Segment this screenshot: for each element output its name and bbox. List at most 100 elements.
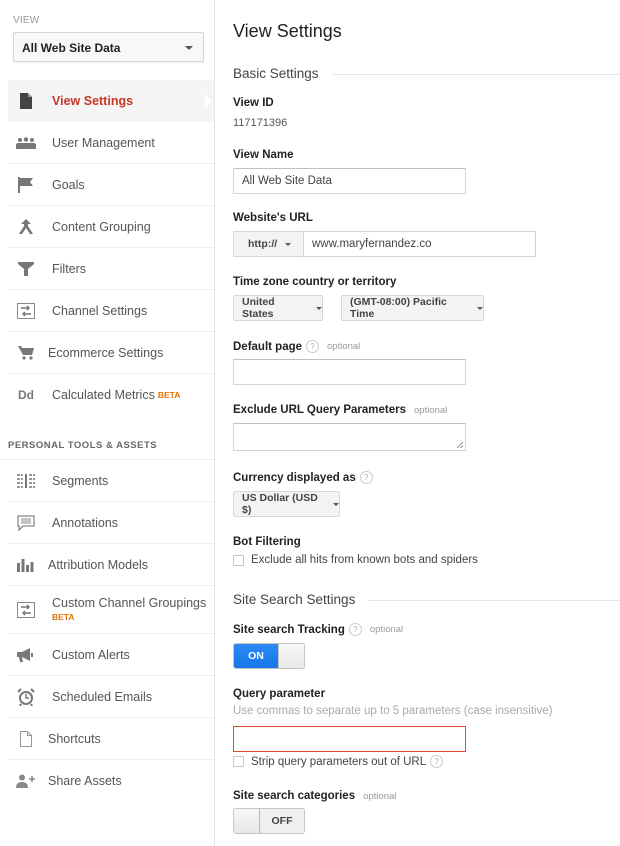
- sidebar-item-label: Calculated Metrics: [52, 388, 155, 402]
- sidebar-item-annotations[interactable]: Annotations: [8, 502, 214, 544]
- sidebar-item-custom-channel-groupings[interactable]: Custom Channel Groupings BETA: [8, 586, 214, 634]
- sidebar: VIEW All Web Site Data View Settings Use…: [0, 0, 215, 846]
- currency-dropdown[interactable]: US Dollar (USD $): [233, 491, 340, 517]
- site-search-tracking-toggle[interactable]: ON: [233, 643, 305, 669]
- sidebar-item-content-grouping[interactable]: Content Grouping: [8, 206, 214, 248]
- timezone-value: (GMT-08:00) Pacific Time: [350, 296, 447, 320]
- exclude-params-textarea[interactable]: [233, 423, 466, 451]
- query-parameter-label: Query parameter: [233, 688, 326, 700]
- sidebar-item-goals[interactable]: Goals: [8, 164, 214, 206]
- exclude-params-label-text: Exclude URL Query Parameters: [233, 404, 407, 416]
- sidebar-item-label: Custom Alerts: [52, 647, 130, 662]
- strip-params-checkbox-label[interactable]: Strip query parameters out of URL: [251, 756, 426, 768]
- site-search-settings-header: Site Search Settings: [233, 592, 620, 607]
- cart-icon: [16, 343, 36, 363]
- bot-filtering-row: Exclude all hits from known bots and spi…: [233, 554, 478, 566]
- sidebar-item-label: Annotations: [52, 515, 119, 530]
- bot-filtering-checkbox[interactable]: [233, 554, 244, 566]
- currency-label-text: Currency displayed as: [233, 471, 356, 484]
- megaphone-icon: [16, 645, 36, 665]
- timezone-country-value: United States: [242, 296, 275, 320]
- chevron-down-icon: [333, 502, 339, 506]
- chevron-down-icon: [316, 306, 322, 310]
- help-icon[interactable]: ?: [359, 471, 373, 484]
- website-url-group: http:// www.maryfernandez.co: [233, 231, 536, 257]
- section-title-text: Site Search Settings: [233, 592, 356, 607]
- sidebar-item-ecommerce-settings[interactable]: Ecommerce Settings: [8, 332, 214, 374]
- toggle-knob: [278, 644, 304, 668]
- help-icon[interactable]: ?: [306, 340, 320, 353]
- channel-icon: [16, 301, 36, 321]
- page-title: View Settings: [233, 21, 342, 41]
- sidebar-item-label: View Settings: [52, 94, 134, 108]
- help-icon[interactable]: ?: [430, 755, 444, 768]
- sidebar-item-calculated-metrics[interactable]: Dd Calculated Metrics BETA: [8, 374, 214, 416]
- toggle-off-label: OFF: [260, 809, 304, 833]
- view-name-input[interactable]: All Web Site Data: [233, 168, 466, 194]
- optional-tag: optional: [327, 341, 361, 352]
- flag-icon: [16, 175, 36, 195]
- resize-handle-icon[interactable]: [457, 442, 463, 448]
- bar-chart-icon: [16, 555, 36, 575]
- sidebar-item-label: Segments: [52, 473, 109, 488]
- view-id-label: View ID: [233, 97, 274, 109]
- view-selected-value: All Web Site Data: [22, 41, 121, 55]
- sidebar-item-attribution-models[interactable]: Attribution Models: [8, 544, 214, 586]
- default-page-input[interactable]: [233, 359, 466, 385]
- bot-filtering-label: Bot Filtering: [233, 536, 301, 548]
- strip-params-row: Strip query parameters out of URL ?: [233, 755, 444, 768]
- sidebar-item-user-management[interactable]: User Management: [8, 122, 214, 164]
- alarm-clock-icon: [16, 687, 36, 707]
- comment-icon: [16, 513, 36, 533]
- optional-tag: optional: [363, 790, 397, 802]
- segments-icon: [16, 471, 36, 491]
- sidebar-item-shortcuts[interactable]: Shortcuts: [8, 718, 214, 760]
- sidebar-item-view-settings[interactable]: View Settings: [8, 80, 214, 122]
- section-divider: [332, 74, 620, 75]
- url-protocol-dropdown[interactable]: http://: [233, 231, 303, 257]
- sidebar-item-scheduled-emails[interactable]: Scheduled Emails: [8, 676, 214, 718]
- view-name-label: View Name: [233, 149, 294, 161]
- toggle-on-label: ON: [234, 644, 278, 668]
- strip-params-checkbox[interactable]: [233, 756, 244, 767]
- dd-icon: Dd: [18, 388, 34, 402]
- users-icon: [16, 133, 36, 153]
- view-selector[interactable]: All Web Site Data: [13, 32, 204, 62]
- site-search-tracking-label-text: Site search Tracking: [233, 623, 345, 636]
- sidebar-item-label: Share Assets: [48, 774, 122, 788]
- toggle-knob: [234, 809, 260, 833]
- query-parameter-hint: Use commas to separate up to 5 parameter…: [233, 705, 553, 717]
- sidebar-item-channel-settings[interactable]: Channel Settings: [8, 290, 214, 332]
- add-user-icon: [16, 771, 36, 791]
- document-icon: [16, 91, 36, 111]
- sidebar-item-label: Shortcuts: [48, 731, 101, 746]
- help-icon[interactable]: ?: [348, 623, 362, 636]
- sidebar-item-segments[interactable]: Segments: [8, 460, 214, 502]
- sidebar-item-share-assets[interactable]: Share Assets: [8, 760, 214, 802]
- sidebar-item-label: Ecommerce Settings: [48, 345, 164, 360]
- sidebar-item-custom-alerts[interactable]: Custom Alerts: [8, 634, 214, 676]
- beta-badge: BETA: [157, 390, 181, 400]
- channel-icon: [16, 600, 36, 620]
- sidebar-item-label: Scheduled Emails: [52, 689, 153, 704]
- view-label: VIEW: [13, 15, 40, 26]
- site-search-categories-toggle[interactable]: OFF: [233, 808, 305, 834]
- chevron-down-icon: [185, 46, 193, 50]
- section-title-text: Basic Settings: [233, 66, 319, 81]
- timezone-dropdown[interactable]: (GMT-08:00) Pacific Time: [341, 295, 484, 321]
- chevron-down-icon: [477, 306, 483, 310]
- bot-filtering-checkbox-label[interactable]: Exclude all hits from known bots and spi…: [251, 554, 478, 566]
- url-protocol-value: http://: [248, 238, 278, 250]
- personal-tools-header: PERSONAL TOOLS & ASSETS: [2, 416, 214, 460]
- sidebar-item-label: Goals: [52, 177, 85, 192]
- sidebar-item-filters[interactable]: Filters: [8, 248, 214, 290]
- site-search-categories-label-text: Site search categories: [233, 790, 356, 802]
- sidebar-item-label: Filters: [52, 261, 87, 276]
- currency-label: Currency displayed as ?: [233, 471, 373, 484]
- website-url-input[interactable]: www.maryfernandez.co: [303, 231, 536, 257]
- default-page-label: Default page ? optional: [233, 340, 360, 353]
- sidebar-item-label: Attribution Models: [48, 557, 149, 572]
- timezone-country-dropdown[interactable]: United States: [233, 295, 323, 321]
- query-parameter-input[interactable]: [233, 726, 466, 752]
- basic-settings-header: Basic Settings: [233, 66, 620, 81]
